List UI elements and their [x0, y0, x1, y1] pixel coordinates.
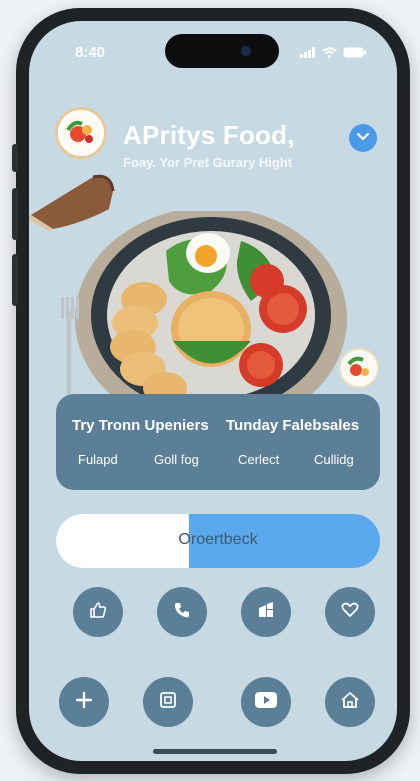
dynamic-island [165, 34, 279, 68]
app-screenshot: 8:40 APritys Food, Foay. Yor Pret Gurary… [0, 0, 420, 781]
wifi-icon [322, 45, 337, 63]
card-heading-left: Try Tronn Upeniers [72, 417, 209, 434]
battery-icon [343, 45, 367, 63]
progress-pill-label: Oroertbeck [178, 531, 258, 548]
card-heading-right: Tunday Falebsales [226, 417, 360, 434]
volume-up-button [12, 188, 18, 240]
card-label[interactable]: Goll fog [154, 452, 199, 467]
progress-pill[interactable]: Oroertbeck [56, 514, 380, 568]
heart-icon [340, 600, 360, 625]
card-label[interactable]: Cerlect [238, 452, 279, 467]
salad-thumbnail [339, 348, 379, 388]
grid-button[interactable] [241, 587, 291, 637]
add-button[interactable] [59, 677, 109, 727]
home-icon [340, 691, 360, 714]
status-icons [300, 45, 367, 63]
thumbs-up-button[interactable] [73, 587, 123, 637]
app-title: APritys Food, [123, 120, 295, 150]
silent-switch [12, 144, 18, 172]
chevron-down-icon [356, 129, 370, 147]
square-icon [159, 691, 177, 714]
home-button[interactable] [325, 677, 375, 727]
thumbs-up-icon [88, 600, 108, 625]
camera-dot [241, 46, 251, 56]
phone-button[interactable] [157, 587, 207, 637]
play-icon [255, 691, 277, 713]
app-subtitle: Foay. Yor Pret Gurary Hight [123, 155, 293, 170]
promo-card[interactable]: Try Tronn Upeniers Tunday Falebsales Ful… [56, 394, 380, 490]
volume-down-button [12, 254, 18, 306]
food-plate-image [61, 207, 351, 431]
phone-screen: 8:40 APritys Food, Foay. Yor Pret Gurary… [29, 21, 397, 761]
status-time: 8:40 [75, 44, 106, 61]
square-button[interactable] [143, 677, 193, 727]
card-label[interactable]: Cullidg [314, 452, 354, 467]
signal-icon [300, 45, 316, 63]
app-logo [55, 107, 107, 159]
plus-icon [75, 691, 93, 714]
grid-icon [256, 600, 276, 625]
heart-button[interactable] [325, 587, 375, 637]
home-indicator [153, 749, 277, 754]
phone-icon [172, 600, 192, 625]
card-label[interactable]: Fulapd [78, 452, 118, 467]
dropdown-button[interactable] [349, 124, 377, 152]
video-button[interactable] [241, 677, 291, 727]
